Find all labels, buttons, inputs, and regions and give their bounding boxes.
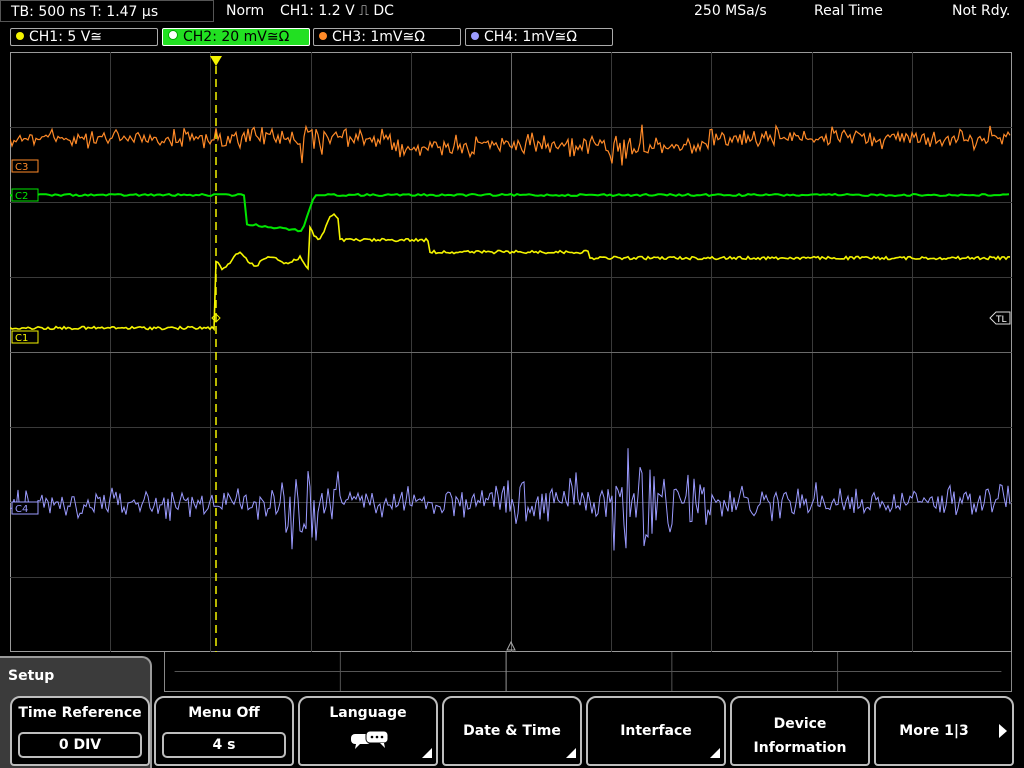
- date-time-label: Date & Time: [463, 723, 561, 739]
- speech-bubbles-icon: [351, 730, 389, 749]
- interface-softkey[interactable]: Interface: [586, 696, 726, 766]
- submenu-indicator-icon: [566, 748, 576, 758]
- channel-tab-ch2[interactable]: CH2: 20 mV≅Ω: [162, 28, 310, 46]
- ch2-label: CH2: 20 mV≅Ω: [183, 29, 290, 45]
- device-information-label: Device Information: [732, 712, 868, 760]
- waveform-display[interactable]: C3 C2 C1 C4 TL: [10, 52, 1012, 652]
- ch1-offset-marker[interactable]: C1: [11, 330, 39, 344]
- svg-text:C4: C4: [15, 504, 28, 515]
- ch4-offset-marker[interactable]: C4: [11, 501, 39, 515]
- more-label: More 1|3: [899, 723, 969, 739]
- device-information-softkey[interactable]: Device Information: [730, 696, 870, 766]
- time-reference-softkey[interactable]: Time Reference 0 DIV: [10, 696, 150, 766]
- svg-text:C3: C3: [15, 162, 28, 173]
- menu-off-softkey[interactable]: Menu Off 4 s: [154, 696, 294, 766]
- status-bar: TB: 500 ns T: 1.47 µs Norm CH1: 1.2 V ⎍ …: [0, 0, 1024, 24]
- acquisition-mode: Real Time: [814, 3, 883, 19]
- sample-rate: 250 MSa/s: [694, 3, 767, 19]
- ch1-dot-icon: [16, 32, 24, 40]
- svg-text:C2: C2: [15, 191, 28, 202]
- channel-tab-ch3[interactable]: CH3: 1mV≅Ω: [313, 28, 461, 46]
- menu-off-value: 4 s: [162, 732, 286, 758]
- ch4-dot-icon: [471, 32, 479, 40]
- submenu-indicator-icon: [422, 748, 432, 758]
- ch2-dot-icon: [168, 30, 178, 40]
- more-softkey[interactable]: More 1|3: [874, 696, 1014, 766]
- channel-tab-ch4[interactable]: CH4: 1mV≅Ω: [465, 28, 613, 46]
- next-page-icon: [999, 724, 1007, 738]
- ch3-dot-icon: [319, 32, 327, 40]
- svg-text:C1: C1: [15, 333, 28, 344]
- timebase-readout[interactable]: TB: 500 ns T: 1.47 µs: [0, 0, 214, 22]
- ch3-offset-marker[interactable]: C3: [11, 159, 39, 173]
- menu-title: Setup: [8, 668, 55, 684]
- submenu-indicator-icon: [710, 748, 720, 758]
- interface-label: Interface: [620, 723, 692, 739]
- date-time-softkey[interactable]: Date & Time: [442, 696, 582, 766]
- time-reference-label: Time Reference: [18, 705, 142, 721]
- trigger-mode[interactable]: Norm: [226, 0, 264, 22]
- language-label: Language: [329, 705, 407, 721]
- menu-off-label: Menu Off: [188, 705, 260, 721]
- ch2-offset-marker[interactable]: C2: [11, 188, 39, 202]
- ch4-label: CH4: 1mV≅Ω: [484, 29, 577, 45]
- device-information-line1: Device: [773, 716, 827, 732]
- ch3-label: CH3: 1mV≅Ω: [332, 29, 425, 45]
- channel-tab-ch1[interactable]: CH1: 5 V≅: [10, 28, 158, 46]
- timebase-text: TB: 500 ns T: 1.47 µs: [11, 4, 159, 20]
- svg-text:TL: TL: [995, 315, 1007, 325]
- ch1-label: CH1: 5 V≅: [29, 29, 103, 45]
- language-softkey[interactable]: Language: [298, 696, 438, 766]
- time-reference-value: 0 DIV: [18, 732, 142, 758]
- trigger-info[interactable]: CH1: 1.2 V ⎍ DC: [280, 0, 394, 22]
- run-state: Not Rdy.: [952, 3, 1011, 19]
- device-information-line2: Information: [753, 740, 847, 756]
- zoom-overview-bar: [164, 652, 1012, 692]
